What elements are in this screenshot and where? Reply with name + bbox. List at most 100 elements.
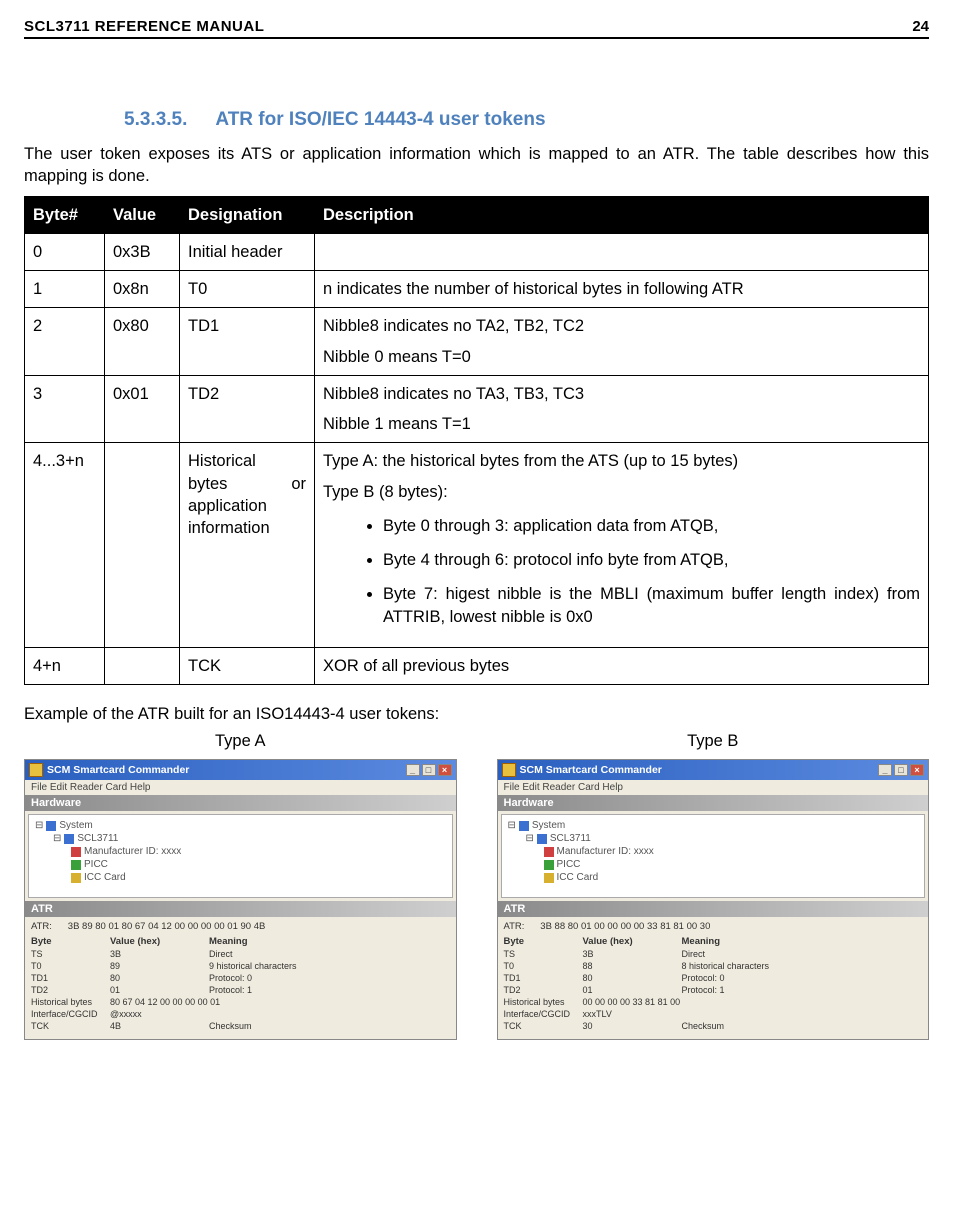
reader-icon: [537, 834, 547, 844]
cell-designation: Historical bytes or application informat…: [180, 443, 315, 648]
atr-value: 3B 89 80 01 80 67 04 12 00 00 00 00 01 9…: [68, 921, 266, 932]
hardware-header: Hardware: [25, 795, 456, 811]
atr-cell: 01: [583, 985, 678, 995]
maximize-icon[interactable]: □: [422, 764, 436, 776]
atr-cell: TD1: [504, 973, 579, 983]
col-byte: Byte: [31, 936, 106, 947]
bullet-item: Byte 4 through 6: protocol info byte fro…: [383, 549, 920, 571]
atr-cell: [682, 1009, 923, 1019]
app-icon: [29, 763, 43, 777]
atr-label: ATR:: [31, 921, 52, 932]
atr-cell: T0: [504, 961, 579, 971]
atr-header: ATR: [498, 901, 929, 917]
atr-cell: TD1: [31, 973, 106, 983]
desig-line: Historical: [188, 450, 306, 472]
desc-line: Nibble8 indicates no TA3, TB3, TC3: [323, 383, 920, 405]
menu-bar[interactable]: File Edit Reader Card Help: [25, 780, 456, 795]
table-row: 4...3+n Historical bytes or application …: [25, 443, 929, 648]
desc-line: Nibble8 indicates no TA2, TB2, TC2: [323, 315, 920, 337]
atr-cell: @xxxxx: [110, 1009, 205, 1019]
card-icon: [544, 873, 554, 883]
desig-line: or: [291, 473, 306, 495]
cell-description: n indicates the number of historical byt…: [315, 271, 929, 308]
atr-cell: [209, 997, 450, 1007]
cell-byte: 4...3+n: [25, 443, 105, 648]
desig-line: information: [188, 517, 306, 539]
tree-node[interactable]: Manufacturer ID: xxxx: [557, 845, 654, 858]
atr-cell: 00 00 00 00 33 81 81 00: [583, 997, 678, 1007]
minimize-icon[interactable]: _: [878, 764, 892, 776]
maximize-icon[interactable]: □: [894, 764, 908, 776]
atr-cell: Direct: [682, 949, 923, 959]
atr-cell: Checksum: [682, 1021, 923, 1031]
atr-cell: xxxTLV: [583, 1009, 678, 1019]
atr-table: Byte# Value Designation Description 0 0x…: [24, 196, 929, 686]
tree-node[interactable]: Manufacturer ID: xxxx: [84, 845, 181, 858]
menu-bar[interactable]: File Edit Reader Card Help: [498, 780, 929, 795]
atr-cell: 8 historical characters: [682, 961, 923, 971]
atr-cell: 89: [110, 961, 205, 971]
tree-node[interactable]: ICC Card: [557, 871, 599, 884]
chip-icon: [544, 847, 554, 857]
screenshot-window-a: SCM Smartcard Commander _ □ × File Edit …: [24, 759, 457, 1040]
tree-node[interactable]: PICC: [84, 858, 108, 871]
cell-value: 0x8n: [105, 271, 180, 308]
card-icon: [544, 860, 554, 870]
atr-value: 3B 88 80 01 00 00 00 00 33 81 81 00 30: [540, 921, 710, 932]
atr-cell: Interface/CGCID: [504, 1009, 579, 1019]
window-title: SCM Smartcard Commander: [520, 764, 877, 776]
doc-title: SCL3711 REFERENCE MANUAL: [24, 18, 264, 35]
reader-icon: [64, 834, 74, 844]
atr-cell: Checksum: [209, 1021, 450, 1031]
desc-line: Type A: the historical bytes from the AT…: [323, 450, 920, 472]
cell-designation: T0: [180, 271, 315, 308]
cell-description: XOR of all previous bytes: [315, 647, 929, 684]
atr-cell: 80: [583, 973, 678, 983]
tree-node[interactable]: PICC: [557, 858, 581, 871]
tree-node[interactable]: SCL3711: [77, 832, 118, 845]
cell-byte: 4+n: [25, 647, 105, 684]
th-description: Description: [315, 196, 929, 233]
header-rule: [24, 37, 929, 39]
atr-cell: Protocol: 1: [209, 985, 450, 995]
table-row: 4+n TCK XOR of all previous bytes: [25, 647, 929, 684]
cell-designation: Initial header: [180, 233, 315, 270]
column-label-a: Type A: [24, 732, 457, 751]
desc-line: Nibble 1 means T=1: [323, 413, 920, 435]
hardware-tree[interactable]: ⊟ System ⊟ SCL3711 Manufacturer ID: xxxx…: [501, 814, 926, 898]
cell-byte: 1: [25, 271, 105, 308]
tree-node[interactable]: System: [532, 819, 565, 832]
desig-line: bytes: [188, 473, 227, 495]
atr-label: ATR:: [504, 921, 525, 932]
cell-byte: 2: [25, 308, 105, 376]
atr-cell: TS: [31, 949, 106, 959]
cell-value: [105, 443, 180, 648]
tree-node[interactable]: System: [59, 819, 92, 832]
col-value: Value (hex): [583, 936, 678, 947]
example-label: Example of the ATR built for an ISO14443…: [24, 705, 929, 724]
close-icon[interactable]: ×: [910, 764, 924, 776]
computer-icon: [519, 821, 529, 831]
tree-node[interactable]: ICC Card: [84, 871, 126, 884]
desc-line: Type B (8 bytes):: [323, 481, 920, 503]
cell-value: 0x01: [105, 375, 180, 443]
atr-cell: 30: [583, 1021, 678, 1031]
cell-designation: TD2: [180, 375, 315, 443]
cell-description: Nibble8 indicates no TA2, TB2, TC2 Nibbl…: [315, 308, 929, 376]
atr-cell: Interface/CGCID: [31, 1009, 106, 1019]
th-value: Value: [105, 196, 180, 233]
cell-description: Nibble8 indicates no TA3, TB3, TC3 Nibbl…: [315, 375, 929, 443]
atr-cell: TCK: [504, 1021, 579, 1031]
section-number: 5.3.3.5.: [124, 109, 187, 131]
section-title: ATR for ISO/IEC 14443-4 user tokens: [215, 109, 545, 130]
bullet-item: Byte 0 through 3: application data from …: [383, 515, 920, 537]
minimize-icon[interactable]: _: [406, 764, 420, 776]
atr-cell: 3B: [110, 949, 205, 959]
hardware-tree[interactable]: ⊟ System ⊟ SCL3711 Manufacturer ID: xxxx…: [28, 814, 453, 898]
card-icon: [71, 860, 81, 870]
tree-node[interactable]: SCL3711: [550, 832, 591, 845]
close-icon[interactable]: ×: [438, 764, 452, 776]
th-byte: Byte#: [25, 196, 105, 233]
cell-value: [105, 647, 180, 684]
atr-cell: Protocol: 0: [682, 973, 923, 983]
